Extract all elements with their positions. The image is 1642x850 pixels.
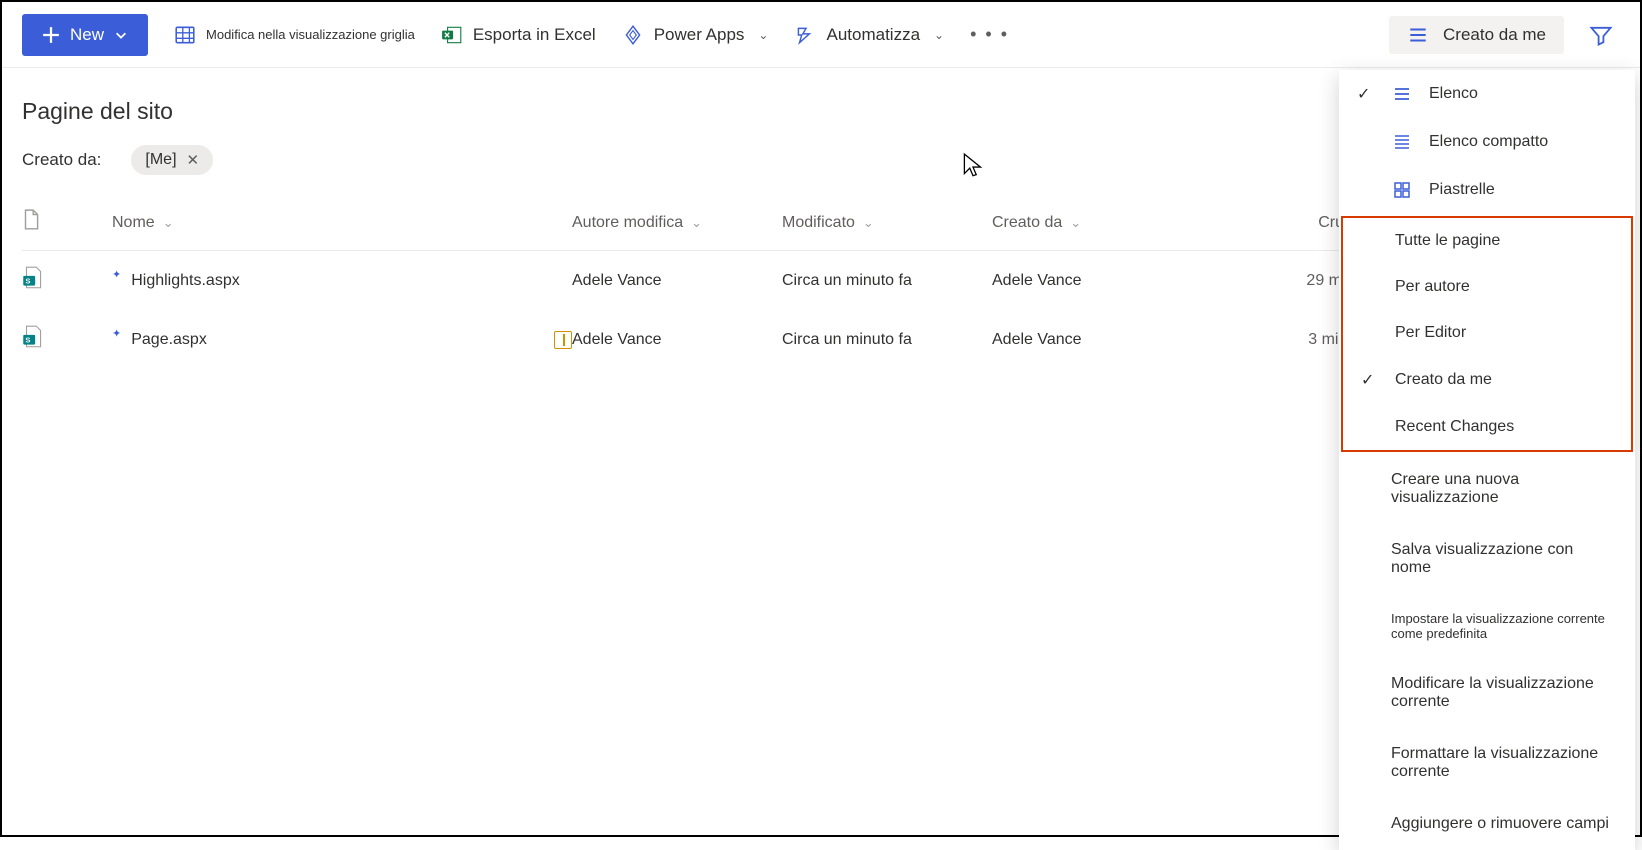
extra-cell: 29 m: [1212, 272, 1352, 290]
new-button[interactable]: New: [22, 14, 148, 56]
power-apps-icon: [622, 24, 644, 46]
create-view-action[interactable]: Creare una nuova visualizzazione: [1339, 454, 1635, 524]
page-type-icon: S: [22, 265, 112, 296]
filter-label: Creato da:: [22, 150, 101, 170]
created-by-cell: Adele Vance: [992, 272, 1212, 290]
file-name[interactable]: Highlights.aspx: [131, 272, 240, 290]
file-type-column-header[interactable]: [22, 209, 112, 236]
views-highlight-box: Tutte le pagine Per autore Per Editor ✓ …: [1341, 216, 1633, 452]
created-by-column-header[interactable]: Creato da ⌄: [992, 214, 1212, 232]
edit-view-action[interactable]: Modificare la visualizzazione corrente: [1339, 658, 1635, 728]
view-option-created-by-me[interactable]: ✓ Creato da me: [1343, 356, 1631, 404]
list-icon: [1407, 24, 1429, 46]
automate-label: Automatizza: [826, 25, 920, 45]
modified-cell: Circa un minuto fa: [782, 272, 992, 290]
modified-column-header[interactable]: Modificato ⌄: [782, 214, 992, 232]
format-view-action[interactable]: Formattare la visualizzazione corrente: [1339, 728, 1635, 798]
filter-chip-text: [Me]: [145, 151, 176, 169]
view-option-all-pages[interactable]: Tutte le pagine: [1343, 218, 1631, 264]
check-icon: ✓: [1361, 370, 1379, 390]
check-icon: ✓: [1357, 84, 1375, 104]
chevron-down-icon: ⌄: [691, 215, 702, 231]
created-by-cell: Adele Vance: [992, 331, 1212, 349]
add-remove-fields-action[interactable]: Aggiungere o rimuovere campi: [1339, 798, 1635, 850]
edit-grid-button[interactable]: Modifica nella visualizzazione griglia: [174, 24, 415, 46]
view-selector-button[interactable]: Creato da me: [1389, 16, 1564, 54]
filter-button[interactable]: [1582, 16, 1620, 54]
tiles-icon: [1391, 180, 1413, 200]
page-type-icon: S: [22, 324, 112, 355]
view-layout-option-list[interactable]: ✓ Elenco: [1339, 70, 1635, 118]
view-selector-label: Creato da me: [1443, 25, 1546, 45]
view-options-dropdown: ✓ Elenco Elenco compatto Piastrelle Tutt…: [1339, 70, 1635, 850]
svg-text:S: S: [25, 276, 30, 285]
chevron-down-icon: ⌄: [934, 28, 944, 42]
edit-grid-label: Modifica nella visualizzazione griglia: [206, 27, 415, 42]
modified-by-cell: Adele Vance: [572, 331, 782, 349]
cruz-column-header[interactable]: Cruz: [1212, 214, 1352, 232]
chevron-down-icon: ⌄: [163, 215, 174, 231]
view-layout-option-compact[interactable]: Elenco compatto: [1339, 118, 1635, 166]
plus-icon: [42, 26, 60, 44]
filter-icon: [1589, 23, 1613, 47]
more-actions-button[interactable]: • • •: [970, 24, 1009, 45]
draft-badge-icon: [554, 331, 572, 349]
modified-by-column-header[interactable]: Autore modifica ⌄: [572, 214, 782, 232]
save-view-as-action[interactable]: Salva visualizzazione con nome: [1339, 524, 1635, 594]
view-option-by-editor[interactable]: Per Editor: [1343, 310, 1631, 356]
extra-cell: 3 mil: [1212, 331, 1352, 349]
close-icon[interactable]: ✕: [187, 151, 200, 169]
view-option-recent-changes[interactable]: Recent Changes: [1343, 404, 1631, 450]
automate-button[interactable]: Automatizza ⌄: [794, 24, 944, 46]
automate-icon: [794, 24, 816, 46]
chevron-down-icon: ⌄: [1070, 215, 1081, 231]
export-excel-button[interactable]: Esporta in Excel: [441, 24, 596, 46]
modified-cell: Circa un minuto fa: [782, 331, 992, 349]
list-icon: [1391, 84, 1413, 104]
list-compact-icon: [1391, 132, 1413, 152]
filter-chip[interactable]: [Me] ✕: [131, 145, 213, 175]
export-excel-label: Esporta in Excel: [473, 25, 596, 45]
news-indicator-icon: ✦: [112, 268, 121, 281]
command-bar: New Modifica nella visualizzazione grigl…: [2, 2, 1640, 68]
grid-icon: [174, 24, 196, 46]
modified-by-cell: Adele Vance: [572, 272, 782, 290]
chevron-down-icon: ⌄: [758, 28, 768, 42]
view-layout-option-tiles[interactable]: Piastrelle: [1339, 166, 1635, 214]
power-apps-button[interactable]: Power Apps ⌄: [622, 24, 769, 46]
name-cell: ✦ Page.aspx: [112, 331, 572, 349]
power-apps-label: Power Apps: [654, 25, 745, 45]
chevron-down-icon: ⌄: [863, 215, 874, 231]
new-button-label: New: [70, 25, 104, 45]
set-default-view-action[interactable]: Impostare la visualizzazione corrente co…: [1339, 594, 1635, 658]
chevron-down-icon: [114, 28, 128, 42]
news-indicator-icon: ✦: [112, 327, 121, 340]
view-option-by-author[interactable]: Per autore: [1343, 264, 1631, 310]
name-cell: ✦ Highlights.aspx: [112, 272, 572, 290]
name-column-header[interactable]: Nome ⌄: [112, 214, 572, 232]
excel-icon: [441, 24, 463, 46]
file-name[interactable]: Page.aspx: [131, 331, 207, 349]
svg-text:S: S: [25, 335, 30, 344]
